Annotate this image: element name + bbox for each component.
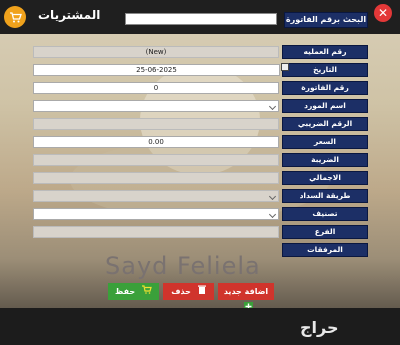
label-date: التاريخ	[282, 63, 368, 77]
label-branch: الفرع	[282, 225, 368, 239]
purchases-window: المشتريات البحث برقم الفاتورة ✕ رقم العم…	[0, 0, 400, 345]
tax-field	[33, 154, 279, 166]
label-tax-number: الرقم الضريبي	[282, 117, 368, 131]
watermark-name: Sayd Feliela	[105, 252, 261, 280]
add-new-button[interactable]: اضافة جديد	[218, 283, 274, 311]
total-field	[33, 172, 279, 184]
label-tax: الضريبة	[282, 153, 368, 167]
operation-number-field: (New)	[33, 46, 279, 58]
price-field[interactable]: 0.00	[33, 136, 279, 148]
window-title: المشتريات	[38, 8, 101, 22]
cart-icon[interactable]	[4, 6, 26, 28]
save-label: حفظ	[115, 287, 136, 296]
category-select[interactable]	[33, 208, 279, 220]
trash-icon	[197, 283, 206, 300]
tax-number-field	[33, 118, 279, 130]
cart-save-icon	[141, 283, 152, 300]
delete-label: حذف	[171, 287, 191, 296]
invoice-search-select[interactable]	[125, 13, 277, 25]
payment-method-select[interactable]	[33, 190, 279, 202]
calendar-icon[interactable]	[281, 63, 289, 71]
label-invoice-number: رقم الفاتورة	[282, 81, 368, 95]
supplier-name-select[interactable]	[33, 100, 279, 112]
title-bar: المشتريات البحث برقم الفاتورة ✕	[0, 0, 400, 34]
label-supplier-name: اسم المورد	[282, 99, 368, 113]
label-attachments: المرفقات	[282, 243, 368, 257]
label-total: الاجمالي	[282, 171, 368, 185]
add-new-label: اضافة جديد	[223, 287, 269, 296]
close-icon[interactable]: ✕	[374, 4, 392, 22]
bottom-bar	[0, 308, 400, 345]
label-operation-number: رقم العمليه	[282, 45, 368, 59]
invoice-number-field[interactable]: 0	[33, 82, 279, 94]
branch-field	[33, 226, 279, 238]
label-category: تصنيف	[282, 207, 368, 221]
save-button[interactable]: حفظ	[108, 283, 159, 300]
delete-button[interactable]: حذف	[163, 283, 214, 300]
search-by-invoice-button[interactable]: البحث برقم الفاتورة	[284, 12, 368, 28]
label-price: السعر	[282, 135, 368, 149]
footer-brand: حراج	[300, 318, 339, 337]
label-payment-method: طريقة السداد	[282, 189, 368, 203]
date-field[interactable]: 25-06-2025	[33, 64, 280, 76]
